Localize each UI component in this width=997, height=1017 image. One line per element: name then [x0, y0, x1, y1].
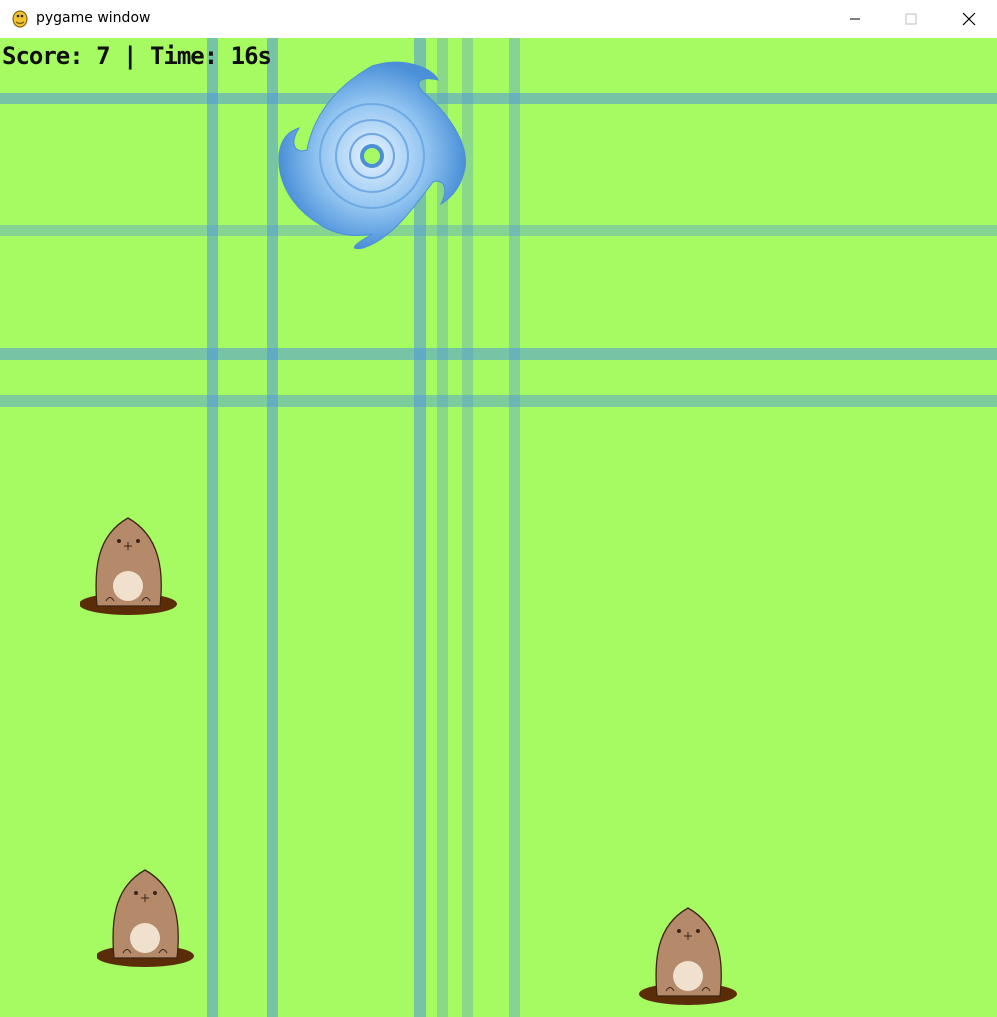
maximize-button[interactable]	[882, 0, 940, 38]
pygame-snake-icon	[12, 10, 28, 28]
window-title: pygame window	[36, 10, 151, 26]
mole-icon[interactable]	[97, 868, 197, 970]
minimize-icon	[850, 18, 860, 20]
grid-line-horizontal	[0, 348, 997, 360]
game-canvas[interactable]: Score: 7 | Time: 16s	[0, 38, 997, 1017]
grid-line-horizontal	[0, 225, 997, 236]
mole-icon[interactable]	[80, 516, 180, 618]
minimize-button[interactable]	[826, 0, 884, 38]
maximize-icon	[905, 13, 917, 25]
grid-line-horizontal	[0, 395, 997, 407]
grid-line-vertical	[207, 38, 218, 1017]
close-button[interactable]	[940, 0, 997, 38]
grid-line-horizontal	[0, 93, 997, 104]
window-titlebar: pygame window	[0, 0, 997, 39]
close-icon	[962, 12, 976, 26]
score-time-hud: Score: 7 | Time: 16s	[2, 42, 272, 70]
grid-line-vertical	[509, 38, 520, 1017]
mole-icon[interactable]	[638, 906, 738, 1008]
tornado-icon[interactable]	[273, 58, 471, 253]
